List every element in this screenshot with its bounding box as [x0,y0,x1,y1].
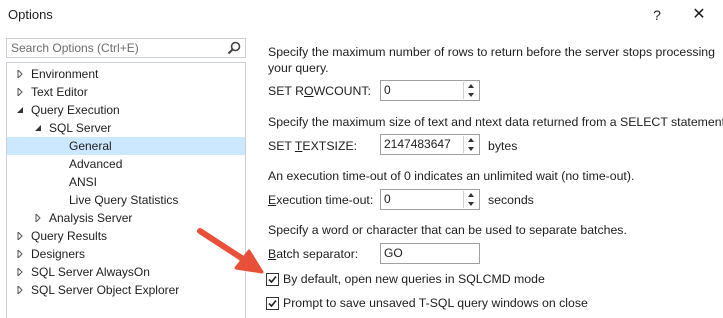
dialog-title: Options [8,7,53,22]
batch-separator-accesskey: B [268,247,277,261]
search-options-box[interactable] [6,38,246,58]
checkmark-icon [268,275,277,284]
tree-item-label: SQL Server [49,121,112,135]
tree-item-label: SQL Server Object Explorer [31,283,180,297]
expand-arrow-icon[interactable] [16,232,24,240]
tree-item-sql-server[interactable]: SQL Server [7,119,245,137]
timeout-description: An execution time-out of 0 indicates an … [268,169,635,183]
title-bar: Options ? ✕ [0,0,723,32]
rowcount-spinner[interactable]: 0 [380,80,480,101]
prompt-save-option[interactable]: Prompt to save unsaved T-SQL query windo… [266,295,588,313]
expand-arrow-icon[interactable] [16,268,24,276]
expand-arrow-icon[interactable] [16,88,24,96]
textsize-label-part: SET [268,139,295,153]
batch-separator-label: Batch separator: [268,247,358,261]
spinner-arrows [463,136,478,153]
tree-item-text-editor[interactable]: Text Editor [7,83,245,101]
tree-item-label: Environment [31,67,99,81]
options-tree[interactable]: Environment Text Editor Query Execution … [6,62,246,318]
tree-item-label: Analysis Server [49,211,133,225]
prompt-save-checkbox[interactable] [266,297,279,310]
tree-item-label: SQL Server AlwaysOn [31,265,150,279]
textsize-unit: bytes [488,139,518,153]
spin-up-icon[interactable] [464,82,478,90]
tree-item-ansi[interactable]: ANSI [7,173,245,191]
spin-up-icon[interactable] [464,136,478,144]
batch-separator-input[interactable]: GO [380,243,480,264]
tree-item-label: Live Query Statistics [69,193,179,207]
tree-item-label: General [69,139,112,153]
tree-item-sql-server-object-explorer[interactable]: SQL Server Object Explorer [7,281,245,299]
tree-item-designers[interactable]: Designers [7,245,245,263]
tree-item-analysis-server[interactable]: Analysis Server [7,209,245,227]
sqlcmd-mode-option[interactable]: By default, open new queries in SQLCMD m… [266,271,545,289]
batch-separator-value[interactable]: GO [384,246,403,260]
rowcount-description-continued: your query. [268,61,329,75]
timeout-value[interactable]: 0 [384,192,391,206]
batch-separator-description: Specify a word or character that can be … [268,223,627,237]
spin-down-icon[interactable] [464,200,478,208]
timeout-accesskey: E [268,193,277,207]
expand-arrow-icon[interactable] [16,70,24,78]
options-dialog: Options ? ✕ Environment Text Editor Quer… [0,0,723,318]
sqlcmd-mode-label[interactable]: By default, open new queries in SQLCMD m… [283,272,545,286]
textsize-spinner[interactable]: 2147483647 [380,134,480,155]
textsize-label-part: EXTSIZE: [302,139,358,153]
spin-up-icon[interactable] [464,191,478,199]
timeout-label-part: xecution time-out: [276,193,374,207]
spin-down-icon[interactable] [464,91,478,99]
collapse-arrow-icon[interactable] [34,124,42,132]
tree-item-label: Query Results [31,229,108,243]
tree-item-advanced[interactable]: Advanced [7,155,245,173]
expand-arrow-icon[interactable] [34,214,42,222]
rowcount-label-part: SET R [268,84,304,98]
rowcount-label-part: WCOUNT: [313,84,371,98]
checkmark-icon [268,299,277,308]
rowcount-accesskey: O [304,84,314,98]
textsize-description: Specify the maximum size of text and nte… [268,115,723,129]
batch-separator-label-part: atch separator: [276,247,359,261]
timeout-unit: seconds [488,193,534,207]
expand-arrow-icon[interactable] [16,250,24,258]
tree-item-query-execution[interactable]: Query Execution [7,101,245,119]
spinner-arrows [463,191,478,208]
tree-item-environment[interactable]: Environment [7,65,245,83]
prompt-save-label[interactable]: Prompt to save unsaved T-SQL query windo… [283,296,588,310]
tree-item-label: ANSI [69,175,98,189]
textsize-value[interactable]: 2147483647 [384,137,451,151]
timeout-spinner[interactable]: 0 [380,189,480,210]
timeout-label: Execution time-out: [268,193,373,207]
tree-item-live-query-statistics[interactable]: Live Query Statistics [7,191,245,209]
general-settings-panel: Specify the maximum number of rows to re… [258,38,723,318]
spinner-arrows [463,82,478,99]
rowcount-value[interactable]: 0 [384,83,391,97]
tree-item-label: Advanced [69,157,123,171]
textsize-label: SET TEXTSIZE: [268,139,357,153]
tree-item-label: Text Editor [31,85,88,99]
tree-item-general[interactable]: General [7,137,245,155]
help-button[interactable]: ? [646,5,668,25]
search-icon[interactable] [226,40,242,56]
spin-down-icon[interactable] [464,145,478,153]
rowcount-label: SET ROWCOUNT: [268,84,371,98]
tree-item-query-results[interactable]: Query Results [7,227,245,245]
expand-arrow-icon[interactable] [16,286,24,294]
tree-item-label: Query Execution [31,103,120,117]
collapse-arrow-icon[interactable] [16,106,24,114]
close-button[interactable]: ✕ [685,4,713,26]
search-options-input[interactable] [7,39,225,57]
tree-item-label: Designers [31,247,86,261]
sqlcmd-mode-checkbox[interactable] [266,273,279,286]
tree-item-sql-server-alwayson[interactable]: SQL Server AlwaysOn [7,263,245,281]
rowcount-description: Specify the maximum number of rows to re… [268,45,715,59]
